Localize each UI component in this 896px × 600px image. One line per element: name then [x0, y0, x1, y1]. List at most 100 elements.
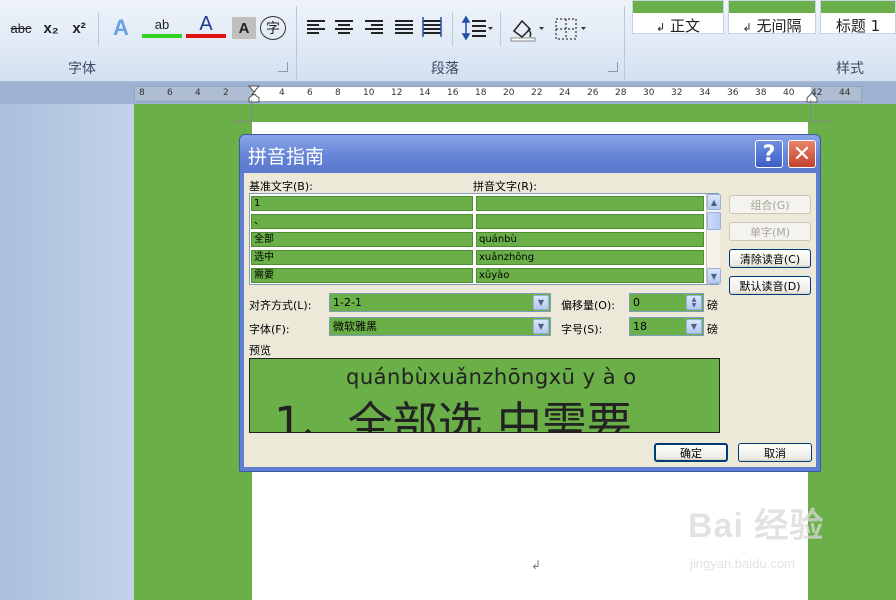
chevron-down-icon[interactable]: ▼: [686, 319, 702, 334]
spin-arrows-icon[interactable]: ▲ ▼: [686, 295, 702, 310]
style-no-spacing[interactable]: ↲ 无间隔: [728, 0, 816, 35]
style-swatch: [729, 1, 815, 13]
subscript-button[interactable]: x₂: [38, 13, 64, 43]
font-group-label: 字体: [68, 61, 96, 77]
justify-icon[interactable]: [392, 13, 416, 43]
dialog-body: 基准文字(B): 拼音文字(R): 1 、 全部 quánbù 选中 xuǎnz…: [244, 173, 816, 467]
character-shading-button[interactable]: A: [232, 17, 256, 39]
ruler-number: 2: [223, 88, 229, 98]
ruler-number: 38: [755, 88, 767, 98]
paragraph-mark: ↲: [531, 558, 542, 572]
scroll-up-icon[interactable]: ▲: [707, 194, 721, 210]
ruby-text-field[interactable]: xuǎnzhōng: [476, 250, 704, 265]
offset-value: 0: [633, 296, 640, 309]
styles-group-label: 样式: [836, 61, 864, 77]
font-select[interactable]: 微软雅黑 ▼: [329, 317, 551, 336]
single-char-button[interactable]: 单字(M): [729, 222, 811, 241]
cancel-button[interactable]: 取消: [738, 443, 812, 462]
style-normal[interactable]: ↲ 正文: [632, 0, 724, 35]
group-button[interactable]: 组合(G): [729, 195, 811, 214]
ok-button[interactable]: 确定: [654, 443, 728, 462]
preview-pinyin: quánbùxuǎnzhōngxū y à o: [346, 365, 637, 389]
chevron-down-icon[interactable]: ▼: [533, 295, 549, 310]
default-reading-button[interactable]: 默认读音(D): [729, 276, 811, 295]
ruler-number: 28: [615, 88, 627, 98]
separator: [624, 6, 625, 80]
margin-corner-mark: [230, 100, 252, 122]
clear-reading-button[interactable]: 清除读音(C): [729, 249, 811, 268]
ruler-number: 8: [139, 88, 145, 98]
ruler-number: 10: [363, 88, 375, 98]
highlight-button[interactable]: ab: [142, 14, 182, 38]
scroll-thumb[interactable]: [707, 212, 721, 230]
align-right-icon[interactable]: [362, 13, 386, 43]
base-text-field[interactable]: 选中: [251, 250, 473, 265]
align-center-icon[interactable]: [332, 13, 356, 43]
ruler-number: 34: [699, 88, 711, 98]
grid-scrollbar[interactable]: ▲ ▼: [706, 194, 721, 284]
ruby-text-field[interactable]: xūyào: [476, 268, 704, 283]
ribbon: abc x₂ x² A ab A A 字 字体 段落 ↲ 正文 ↲ 无间隔 标题…: [0, 0, 896, 82]
style-heading-1[interactable]: 标题 1: [820, 0, 896, 35]
separator: [452, 12, 453, 46]
ruler-number: 26: [587, 88, 599, 98]
ruler-number: 22: [531, 88, 543, 98]
ruler-number: 6: [167, 88, 173, 98]
chevron-down-icon[interactable]: ▼: [533, 319, 549, 334]
font-color-button[interactable]: A: [186, 13, 226, 38]
ruby-text-field[interactable]: [476, 196, 704, 211]
ruler-number: 44: [839, 88, 851, 98]
base-text-field[interactable]: 1: [251, 196, 473, 211]
ruler-number: 6: [307, 88, 313, 98]
alignment-label: 对齐方式(L):: [249, 299, 312, 312]
distributed-icon[interactable]: [420, 13, 444, 43]
ruby-text-field[interactable]: quánbù: [476, 232, 704, 247]
ruler-number: 32: [671, 88, 683, 98]
ruler-number: 8: [335, 88, 341, 98]
dialog-title: 拼音指南: [248, 146, 325, 168]
close-button[interactable]: ✕: [788, 140, 816, 168]
size-label: 字号(S):: [561, 323, 603, 336]
watermark-url: jingyan.baidu.com: [690, 556, 795, 571]
superscript-button[interactable]: x²: [66, 13, 92, 43]
alignment-select[interactable]: 1-2-1 ▼: [329, 293, 551, 312]
preview-text: 1、全部选 中需要: [274, 397, 632, 433]
preview-label: 预览: [249, 344, 271, 357]
style-label: ↲ 正文: [655, 17, 700, 35]
align-left-icon[interactable]: [304, 13, 328, 43]
enclose-character-button[interactable]: 字: [260, 16, 286, 40]
text-effect-button[interactable]: A: [104, 13, 138, 43]
offset-unit: 磅: [707, 299, 718, 312]
border-icon[interactable]: [552, 13, 590, 43]
ruler-number: 18: [475, 88, 487, 98]
offset-label: 偏移量(O):: [561, 299, 615, 312]
size-select[interactable]: 18 ▼: [629, 317, 704, 336]
base-text-field[interactable]: 需要: [251, 268, 473, 283]
ruler-number: 36: [727, 88, 739, 98]
style-swatch: [821, 1, 895, 13]
font-dialog-launcher[interactable]: [278, 62, 288, 72]
base-text-field[interactable]: 全部: [251, 232, 473, 247]
baidu-jingyan-watermark: Bai 经验 jingyan.baidu.com: [688, 498, 884, 578]
ruby-text-label: 拼音文字(R):: [473, 180, 537, 193]
help-button[interactable]: ?: [755, 140, 783, 168]
alignment-value: 1-2-1: [333, 296, 362, 309]
paragraph-dialog-launcher[interactable]: [608, 62, 618, 72]
ruby-text-field[interactable]: [476, 214, 704, 229]
base-text-field[interactable]: 、: [251, 214, 473, 229]
ruler-number: 4: [279, 88, 285, 98]
ruler-number: 24: [559, 88, 571, 98]
left-pane: [0, 104, 134, 600]
shading-icon[interactable]: [506, 13, 546, 43]
size-value: 18: [633, 320, 647, 333]
line-spacing-icon[interactable]: [460, 13, 494, 43]
offset-spinner[interactable]: 0 ▲ ▼: [629, 293, 704, 312]
dialog-titlebar[interactable]: 拼音指南 ? ✕: [240, 135, 820, 173]
ruler-number: 40: [783, 88, 795, 98]
ruler-number: 14: [419, 88, 431, 98]
ruler-number: 4: [195, 88, 201, 98]
strikethrough-button[interactable]: abc: [6, 13, 36, 43]
style-swatch: [633, 1, 723, 13]
phonetic-guide-dialog: 拼音指南 ? ✕ 基准文字(B): 拼音文字(R): 1 、 全部 quánbù…: [239, 134, 821, 472]
scroll-down-icon[interactable]: ▼: [707, 268, 721, 284]
